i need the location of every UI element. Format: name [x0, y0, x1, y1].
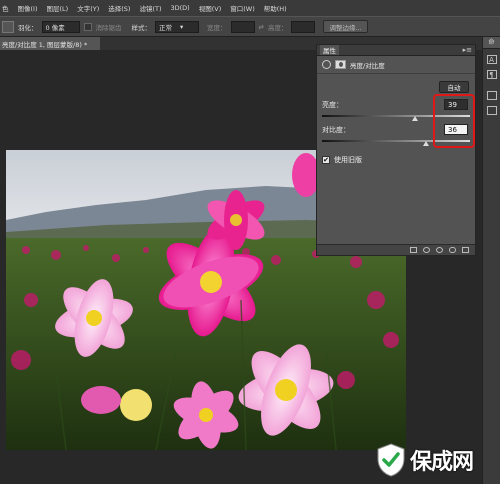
contrast-label: 对比度：: [322, 126, 350, 134]
antialias-checkbox[interactable]: [83, 22, 92, 31]
layers-icon[interactable]: [486, 91, 497, 100]
menu-item-window[interactable]: 窗口(W): [230, 3, 255, 13]
trash-icon[interactable]: [462, 247, 469, 253]
style-select-value: 正常: [159, 23, 172, 32]
menu-item-3d[interactable]: 3D(D): [171, 4, 190, 12]
menu-item-filter[interactable]: 滤镜(T): [139, 3, 161, 13]
height-label: 高度：: [267, 23, 288, 32]
properties-panel: 属性 ▸≡ 亮度/对比度 自动 亮度： 39 对比度： 36 ✔ 使用旧版: [316, 44, 476, 256]
menu-item-color[interactable]: 色: [2, 3, 9, 13]
view-previous-state-icon[interactable]: [423, 247, 430, 253]
menu-item-layer[interactable]: 图层(L): [47, 3, 69, 13]
document-tab[interactable]: 亮度/对比度 1, 图层蒙版/8) *: [0, 37, 100, 50]
paragraph-icon[interactable]: ¶: [486, 70, 497, 79]
tool-preset-icon[interactable]: [2, 20, 14, 33]
adjustment-title: 亮度/对比度: [350, 61, 385, 70]
feather-input[interactable]: 0 像素: [41, 20, 80, 33]
feather-label: 羽化：: [18, 23, 38, 32]
brightness-value-field[interactable]: 39: [444, 99, 468, 110]
refine-edge-button[interactable]: 调整边缘...: [323, 20, 368, 33]
history-icon[interactable]: [486, 106, 497, 115]
contrast-value-field[interactable]: 36: [444, 124, 468, 135]
options-bar: 羽化： 0 像素 消除锯齿 样式： 正常 ▾ 宽度： ⇄ 高度： 调整边缘...: [0, 16, 500, 37]
brightness-slider-track[interactable]: [322, 115, 470, 117]
layer-mask-icon[interactable]: [335, 60, 346, 69]
antialias-label: 消除锯齿: [95, 23, 122, 32]
auto-button[interactable]: 自动: [439, 81, 469, 93]
properties-titlebar: 属性 ▸≡: [317, 45, 475, 56]
properties-tab[interactable]: 属性: [320, 45, 339, 55]
width-input[interactable]: [230, 20, 255, 33]
menu-item-select[interactable]: 选择(S): [108, 3, 130, 13]
visibility-eye-icon[interactable]: [449, 247, 456, 253]
use-legacy-label: 使用旧版: [334, 156, 362, 164]
brightness-label: 亮度：: [322, 101, 343, 109]
properties-header: 亮度/对比度: [317, 56, 475, 74]
dock-tab[interactable]: 命: [483, 37, 500, 49]
watermark-text: 保成网: [410, 450, 474, 475]
watermark: 保成网: [376, 440, 498, 480]
width-label: 宽度：: [207, 23, 227, 32]
panel-menu-icon[interactable]: ▸≡: [463, 46, 472, 54]
shield-check-icon: [377, 443, 405, 477]
swap-icon[interactable]: ⇄: [259, 23, 264, 31]
style-label: 样式：: [131, 23, 152, 32]
clip-to-layer-icon[interactable]: [410, 247, 417, 253]
menu-bar: 色 图像(I) 图层(L) 文字(Y) 选择(S) 滤镜(T) 3D(D) 视图…: [0, 0, 500, 16]
reset-icon[interactable]: [436, 247, 443, 253]
menu-item-image[interactable]: 图像(I): [18, 3, 38, 13]
use-legacy-option[interactable]: ✔ 使用旧版: [322, 155, 362, 165]
height-input[interactable]: [291, 20, 316, 33]
character-icon[interactable]: A: [486, 55, 497, 64]
menu-item-type[interactable]: 文字(Y): [77, 3, 99, 13]
menu-item-view[interactable]: 视图(V): [199, 3, 222, 13]
menu-item-help[interactable]: 帮助(H): [264, 3, 287, 13]
contrast-slider-track[interactable]: [322, 140, 470, 142]
brightness-slider-thumb[interactable]: [412, 116, 419, 121]
panel-dock-strip: 命 A ¶: [482, 37, 500, 484]
chevron-down-icon: ▾: [180, 22, 184, 31]
use-legacy-checkbox[interactable]: ✔: [322, 156, 330, 164]
brightness-contrast-icon[interactable]: [322, 60, 331, 69]
contrast-slider-thumb[interactable]: [422, 141, 429, 146]
properties-footer: [317, 244, 475, 255]
style-select[interactable]: 正常 ▾: [155, 20, 199, 33]
